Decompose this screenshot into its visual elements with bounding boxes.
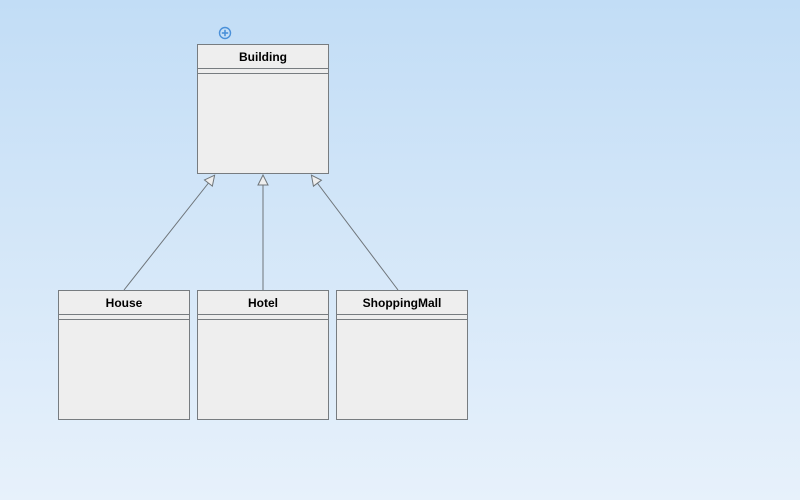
edge-house-building: [124, 176, 214, 290]
class-body: [198, 320, 328, 419]
edge-shoppingmall-building: [312, 176, 398, 290]
class-node-house[interactable]: House: [58, 290, 190, 420]
add-icon[interactable]: [218, 26, 232, 40]
class-node-shoppingmall[interactable]: ShoppingMall: [336, 290, 468, 420]
class-title: Hotel: [198, 291, 328, 315]
class-title: Building: [198, 45, 328, 69]
class-title: House: [59, 291, 189, 315]
class-node-building[interactable]: Building: [197, 44, 329, 174]
class-title: ShoppingMall: [337, 291, 467, 315]
edges-layer: [0, 0, 800, 500]
class-node-hotel[interactable]: Hotel: [197, 290, 329, 420]
class-body: [337, 320, 467, 419]
class-body: [198, 74, 328, 173]
class-body: [59, 320, 189, 419]
diagram-canvas[interactable]: Building House Hotel ShoppingMall: [0, 0, 800, 500]
